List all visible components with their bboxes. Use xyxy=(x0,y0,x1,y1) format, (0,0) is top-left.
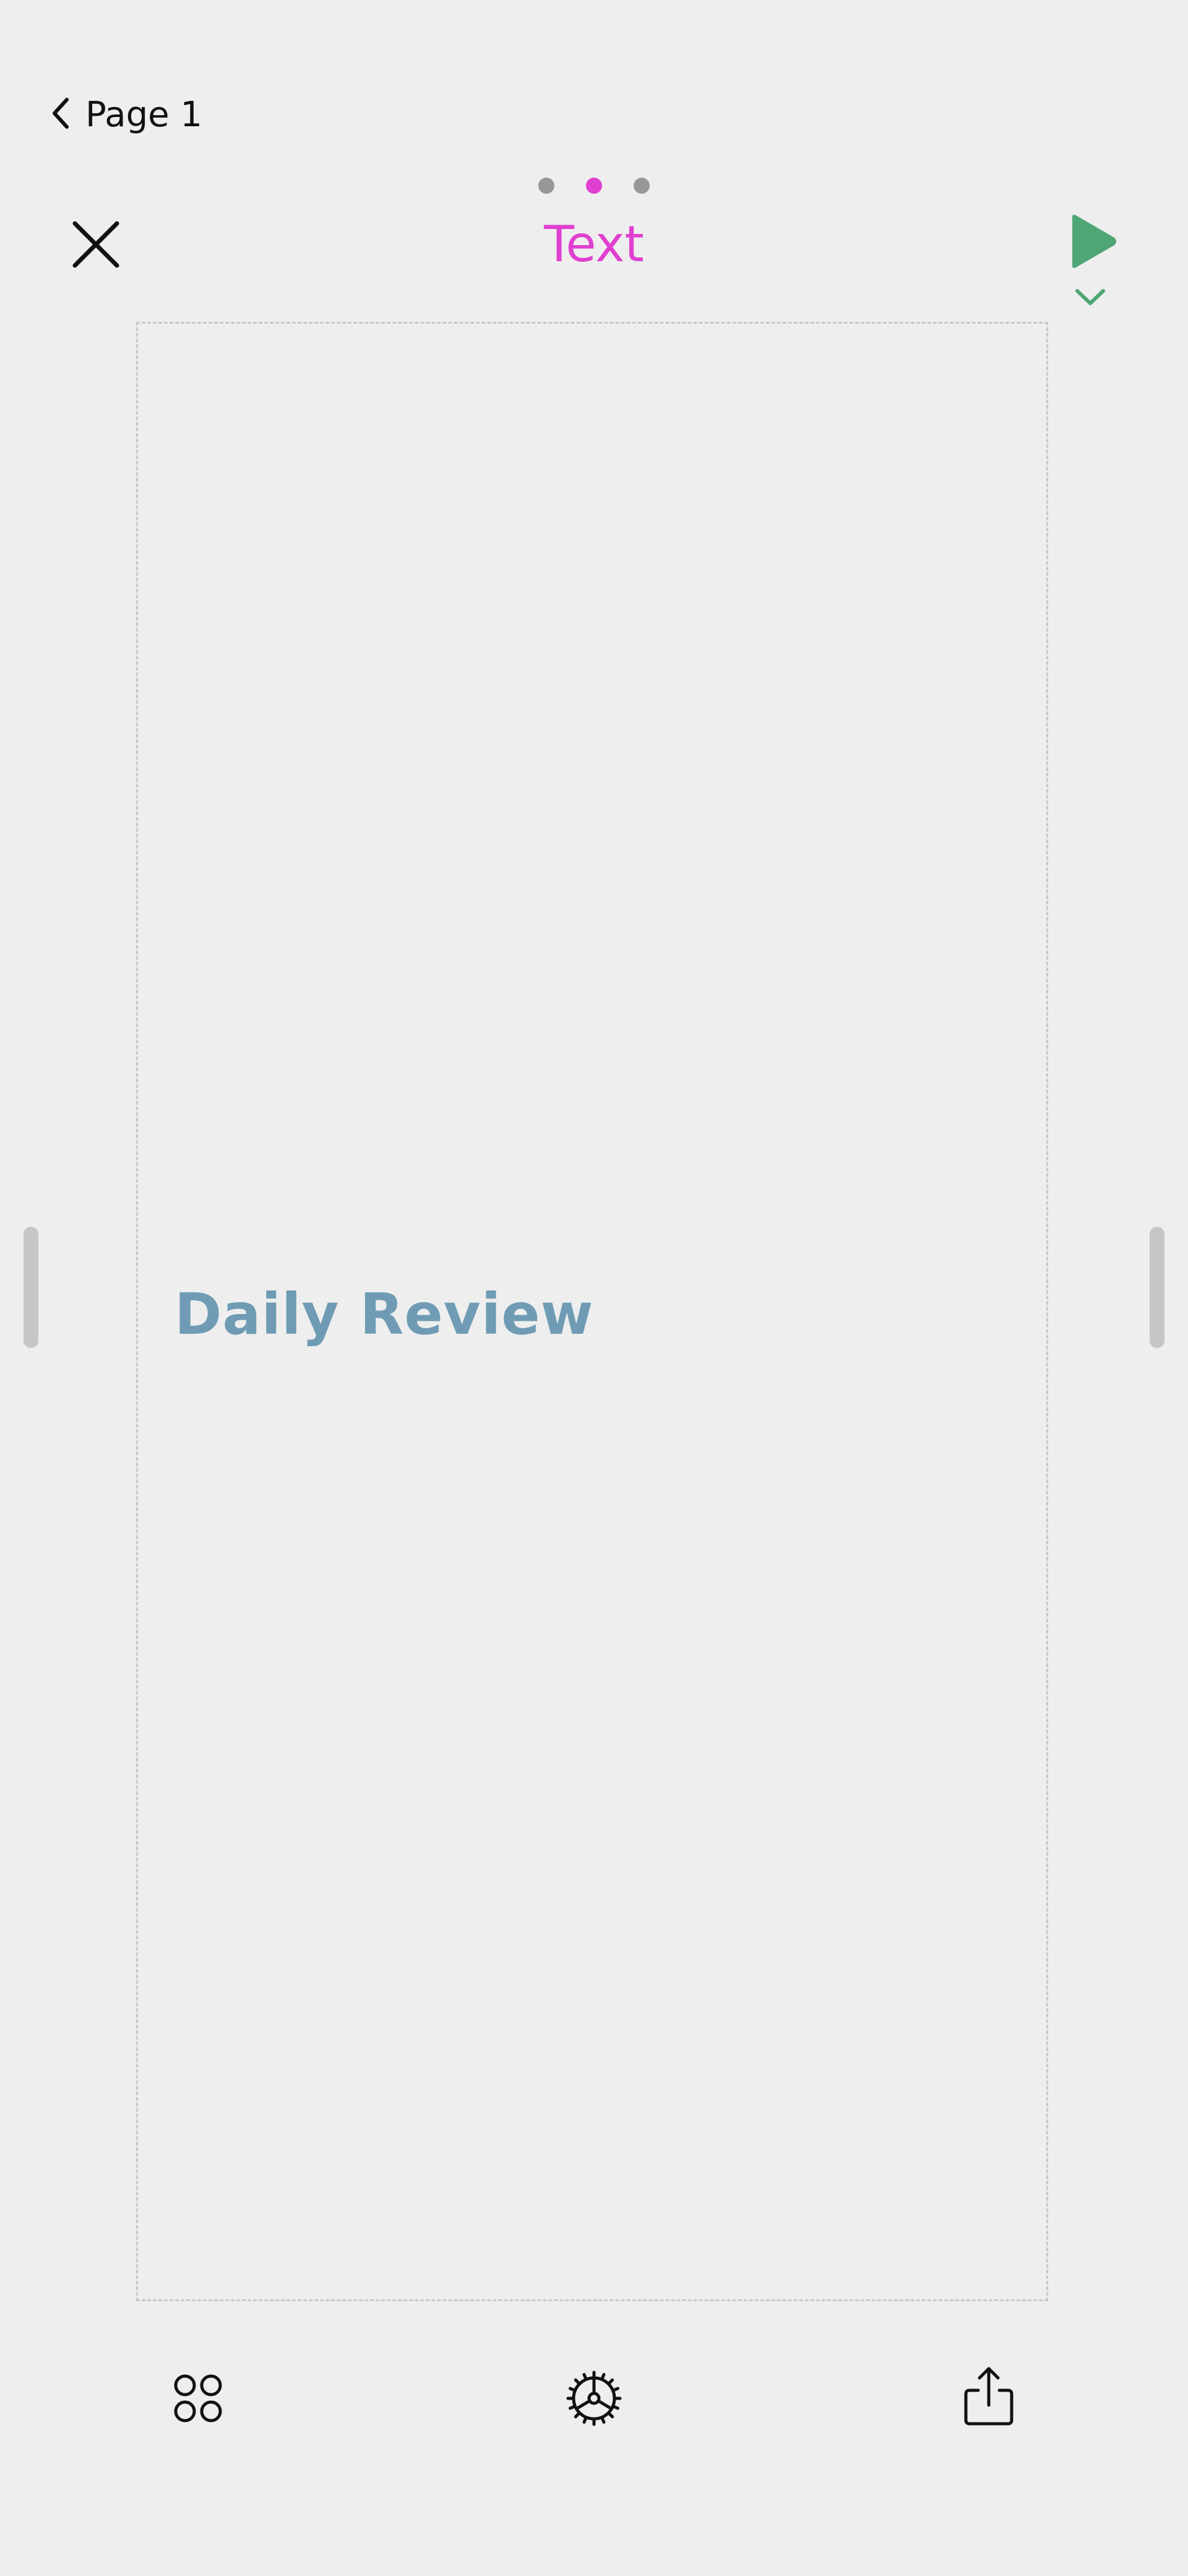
gear-icon xyxy=(566,2371,622,2429)
play-options-button[interactable] xyxy=(1074,286,1107,308)
play-icon xyxy=(1067,215,1117,272)
play-button[interactable] xyxy=(1067,214,1117,269)
chevron-down-icon xyxy=(1074,289,1107,311)
right-drag-handle[interactable] xyxy=(1150,1227,1164,1348)
back-label: Page 1 xyxy=(85,94,202,135)
page-dot-2[interactable] xyxy=(586,178,602,194)
share-icon xyxy=(961,2367,1017,2430)
page-dots[interactable] xyxy=(538,176,650,195)
apps-button[interactable] xyxy=(170,2371,226,2426)
page-dot-3[interactable] xyxy=(634,178,650,194)
share-button[interactable] xyxy=(961,2366,1017,2427)
page-dot-1[interactable] xyxy=(538,178,554,194)
back-button[interactable]: Page 1 xyxy=(50,93,202,136)
settings-button[interactable] xyxy=(566,2371,622,2426)
chevron-left-icon xyxy=(50,95,72,135)
left-drag-handle[interactable] xyxy=(24,1227,38,1348)
canvas-text-element[interactable]: Daily Review xyxy=(174,1281,594,1347)
close-icon xyxy=(71,221,121,272)
apps-icon xyxy=(170,2374,226,2429)
close-button[interactable] xyxy=(71,220,121,269)
mode-title[interactable]: Text xyxy=(470,214,718,275)
